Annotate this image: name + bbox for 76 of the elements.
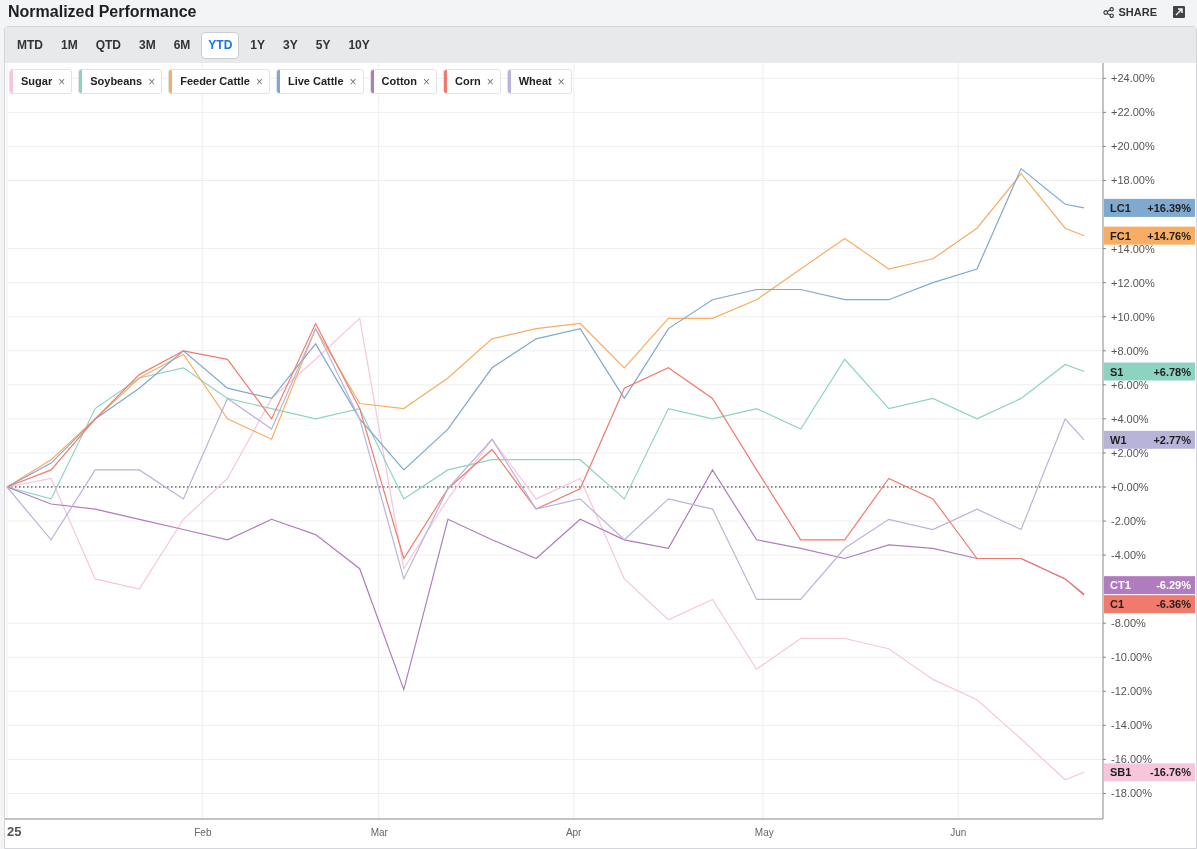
y-tick-label: -12.00%: [1111, 685, 1152, 698]
legend-label: Cotton: [380, 74, 418, 90]
y-tick-label: +0.00%: [1111, 480, 1149, 493]
y-tick-label: -14.00%: [1111, 719, 1152, 732]
y-tick-label: +2.00%: [1111, 446, 1149, 459]
y-tick-label: +6.00%: [1111, 378, 1149, 391]
y-tick-label: +8.00%: [1111, 344, 1149, 357]
chart-title: Normalized Performance: [8, 2, 197, 22]
price-tag: CT1 -6.29%: [1104, 576, 1195, 595]
y-tick-label: +10.00%: [1111, 310, 1155, 323]
remove-icon[interactable]: ×: [349, 72, 363, 91]
price-tag: S1 +6.78%: [1104, 362, 1195, 381]
x-tick-label: May: [754, 827, 774, 838]
range-tab[interactable]: 3M: [132, 31, 163, 59]
legend-chip[interactable]: Cotton ×: [369, 69, 437, 94]
range-tab[interactable]: 10Y: [341, 31, 377, 59]
legend-swatch: [10, 70, 13, 93]
remove-icon[interactable]: ×: [148, 72, 162, 91]
legend-label: Live Cattle: [286, 74, 345, 90]
price-tag: LC1 +16.39%: [1104, 198, 1195, 217]
legend-label: Corn: [454, 74, 482, 90]
legend-swatch: [444, 70, 447, 93]
x-tick-label: Feb: [194, 827, 212, 838]
legend-swatch: [79, 70, 83, 93]
legend-swatch: [169, 70, 173, 93]
y-tick-label: -2.00%: [1111, 515, 1146, 528]
range-tab[interactable]: QTD: [88, 31, 128, 59]
legend-label: Sugar: [20, 74, 54, 90]
y-tick-label: +14.00%: [1111, 242, 1155, 255]
range-tab[interactable]: MTD: [10, 31, 50, 59]
remove-icon[interactable]: ×: [255, 72, 269, 91]
remove-icon[interactable]: ×: [423, 72, 436, 91]
range-tab[interactable]: 5Y: [308, 31, 338, 59]
legend-label: Soybeans: [89, 74, 144, 90]
share-button[interactable]: SHARE: [1103, 3, 1157, 21]
legend-label: Wheat: [517, 74, 553, 90]
range-tab[interactable]: 1M: [54, 31, 85, 59]
y-tick-label: +24.00%: [1111, 72, 1155, 85]
y-tick-label: -8.00%: [1111, 617, 1146, 630]
y-tick-label: -10.00%: [1111, 651, 1152, 664]
legend-chip[interactable]: Corn ×: [443, 69, 501, 94]
arrow-icon: [1175, 8, 1183, 16]
range-tab[interactable]: 3Y: [276, 31, 305, 59]
price-tag: FC1 +14.76%: [1104, 226, 1195, 245]
y-tick-label: +20.00%: [1111, 140, 1155, 153]
y-tick-label: +22.00%: [1111, 106, 1155, 119]
legend-chip[interactable]: Sugar ×: [9, 69, 73, 94]
remove-icon[interactable]: ×: [58, 72, 72, 91]
y-tick-label: +18.00%: [1111, 174, 1155, 187]
legend-swatch: [507, 70, 511, 93]
price-tag: W1 +2.77%: [1104, 430, 1195, 449]
price-tag: SB1 -16.76%: [1104, 763, 1195, 782]
legend-chip[interactable]: Live Cattle ×: [275, 69, 364, 94]
legend-chip[interactable]: Feeder Cattle ×: [168, 69, 270, 94]
legend-swatch: [370, 70, 374, 93]
remove-icon[interactable]: ×: [486, 72, 500, 91]
remove-icon[interactable]: ×: [557, 72, 571, 91]
expand-button[interactable]: [1173, 6, 1185, 18]
legend-chip[interactable]: Wheat ×: [506, 69, 572, 94]
legend-chip[interactable]: Soybeans ×: [78, 69, 163, 94]
share-icon: [1103, 6, 1115, 18]
price-tag: C1 -6.36%: [1104, 595, 1195, 614]
range-tab[interactable]: 1Y: [243, 31, 273, 59]
x-tick-label: 25: [7, 824, 22, 839]
y-tick-label: +4.00%: [1111, 412, 1149, 425]
y-tick-label: -18.00%: [1111, 787, 1152, 800]
x-tick-label: Mar: [370, 827, 388, 838]
legend-swatch: [276, 70, 280, 93]
y-tick-label: +12.00%: [1111, 276, 1155, 289]
range-tab[interactable]: 6M: [166, 31, 198, 59]
range-tab[interactable]: YTD: [201, 31, 240, 59]
y-tick-label: -4.00%: [1111, 549, 1146, 562]
legend-label: Feeder Cattle: [179, 74, 251, 90]
x-tick-label: Apr: [565, 827, 582, 838]
y-tick-label: -16.00%: [1111, 753, 1152, 766]
x-tick-label: Jun: [950, 827, 967, 838]
